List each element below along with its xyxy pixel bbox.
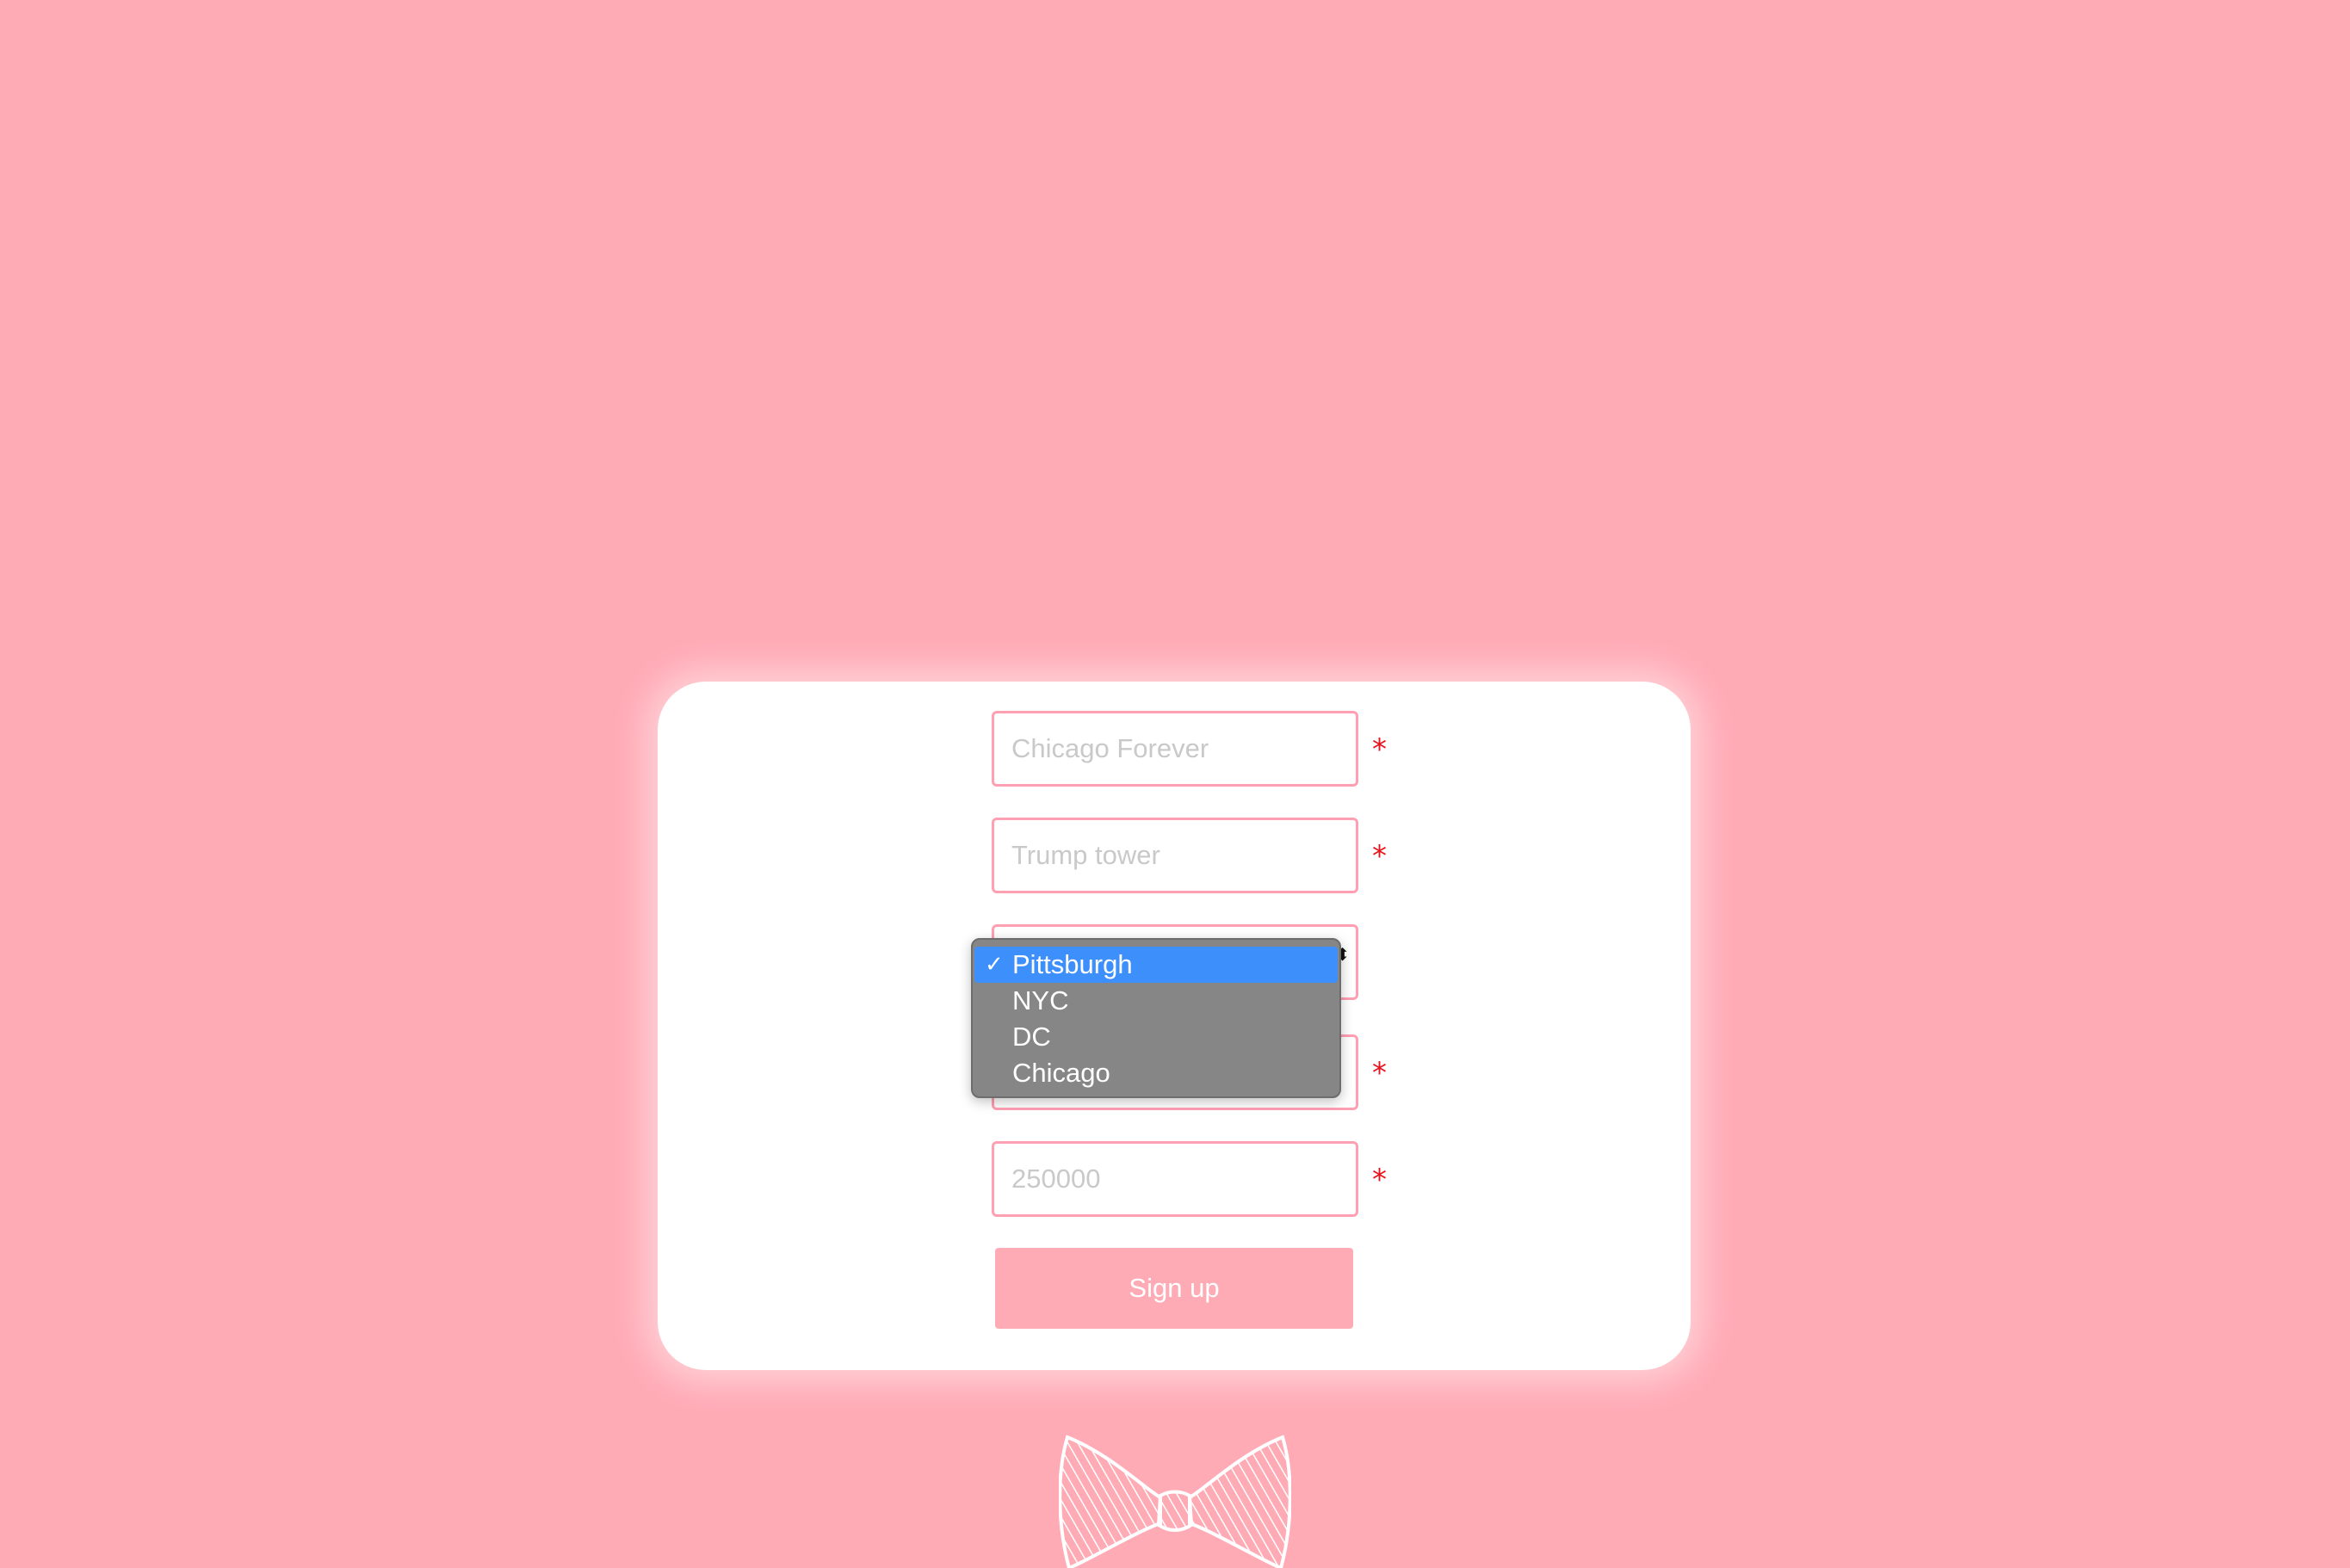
option-label: DC xyxy=(1012,1022,1051,1052)
required-asterisk: * xyxy=(1372,839,1387,874)
required-asterisk: * xyxy=(1372,1056,1387,1090)
first-text-field[interactable] xyxy=(992,711,1358,787)
dropdown-option-chicago[interactable]: Chicago xyxy=(974,1055,1338,1091)
checkmark-icon: ✓ xyxy=(985,952,1004,978)
option-label: Chicago xyxy=(1012,1058,1110,1088)
field-row-2: * xyxy=(992,818,1387,893)
field-row-5: * xyxy=(992,1141,1387,1217)
sign-up-button[interactable]: Sign up xyxy=(995,1248,1353,1329)
option-label: NYC xyxy=(1012,985,1069,1015)
dropdown-option-dc[interactable]: DC xyxy=(974,1019,1338,1055)
option-label: Pittsburgh xyxy=(1012,949,1133,979)
field-row-1: * xyxy=(992,711,1387,787)
bowtie-icon xyxy=(1059,1435,1291,1568)
required-asterisk: * xyxy=(1372,732,1387,767)
second-text-field[interactable] xyxy=(992,818,1358,893)
amount-field[interactable] xyxy=(992,1141,1358,1217)
page: * * ⬍ * * ✓ Pittsburgh NYC DC Chicago xyxy=(0,0,2350,1568)
dropdown-option-nyc[interactable]: NYC xyxy=(974,983,1338,1019)
required-asterisk: * xyxy=(1372,1163,1387,1197)
city-dropdown-menu: ✓ Pittsburgh NYC DC Chicago xyxy=(971,938,1341,1098)
dropdown-option-pittsburgh[interactable]: ✓ Pittsburgh xyxy=(974,947,1338,983)
